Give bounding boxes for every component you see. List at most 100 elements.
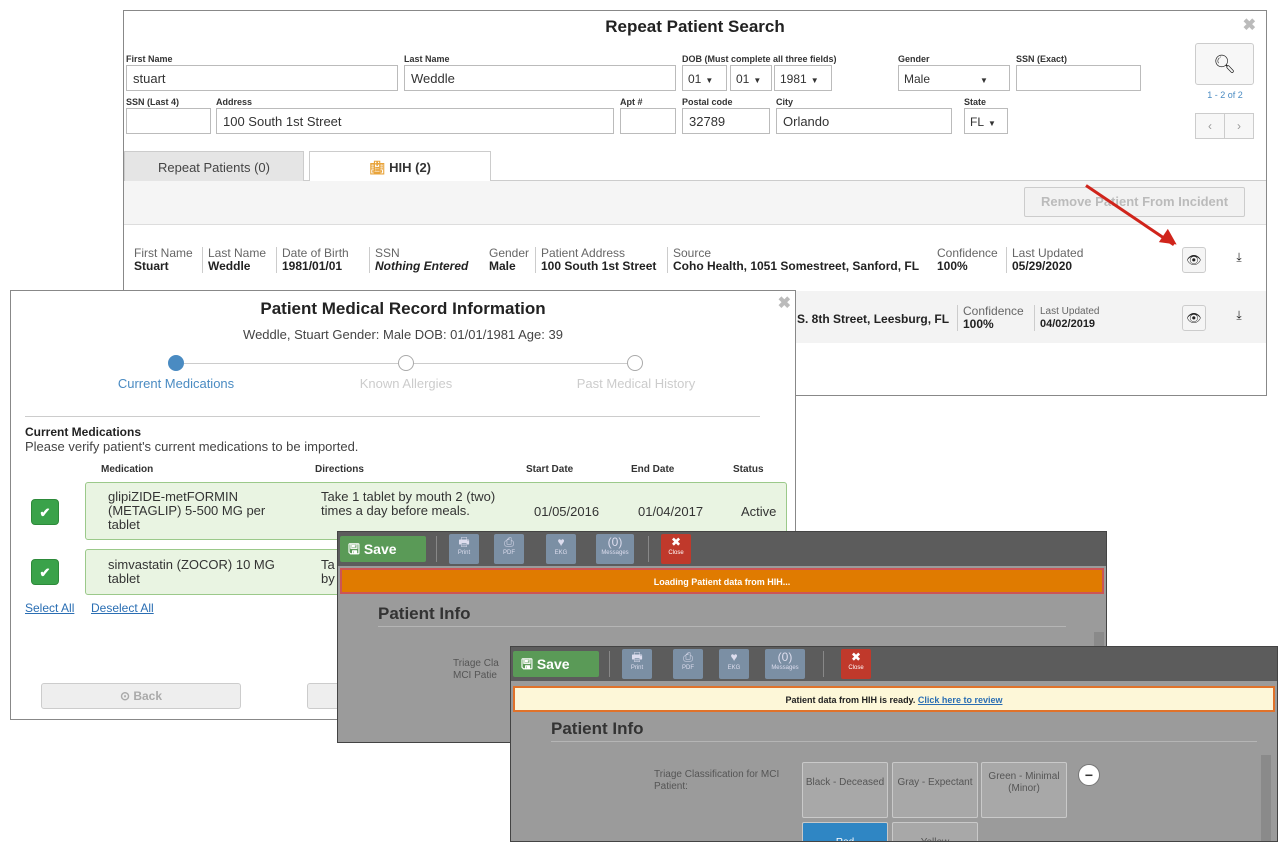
ekg-button[interactable]: ♥ EKG [546,534,576,564]
ekg-icon: ♥ [557,535,565,549]
dialog-title: Patient Medical Record Information [260,299,546,318]
postal-label: Postal code [682,97,733,107]
apt-label: Apt # [620,97,643,107]
column-header: Start Date [526,464,574,475]
close-button[interactable]: ✖ Close [661,534,691,564]
cell-value: Coho Health, 1051 Somestreet, Sanford, F… [673,259,920,273]
step-dot-allergies[interactable] [398,355,414,371]
ssn-last4-input[interactable] [126,108,211,134]
close-icon[interactable]: ✖ [778,293,791,313]
step-label-medications[interactable]: Current Medications [86,376,266,391]
med-checkbox[interactable]: ✔ [31,559,59,585]
address-cell: Patient Address 100 South 1st Street [535,247,656,273]
save-button[interactable]: 🖫︎ Save [340,536,426,562]
check-icon: ✔ [39,505,51,520]
pdf-icon: ⎙ [504,535,514,549]
close-icon: ✖ [850,650,862,664]
ssn-exact-label: SSN (Exact) [1016,54,1068,64]
save-button[interactable]: 🖫︎ Save [513,651,599,677]
gender-select[interactable]: Male ▼ [898,65,1010,91]
first-name-label: First Name [126,54,173,64]
remove-triage-button[interactable]: − [1078,764,1100,786]
scrollbar[interactable] [1261,755,1271,841]
print-button[interactable]: 🖶 Print [622,649,652,679]
last-updated-cell: Last Updated 04/02/2019 [1034,305,1100,331]
print-button[interactable]: 🖶 Print [449,534,479,564]
deselect-all-link[interactable]: Deselect All [91,601,154,615]
view-eye-button[interactable]: 👁︎ [1182,305,1206,331]
import-button[interactable]: ⤓ [1227,303,1251,329]
tab-repeat-patients[interactable]: Repeat Patients (0) [124,151,304,182]
view-eye-button[interactable]: 👁︎ [1182,247,1206,273]
search-button[interactable]: 🔍︎ [1195,43,1254,85]
postal-input[interactable]: 32789 [682,108,770,134]
messages-label: Messages [601,550,629,556]
step-dot-history[interactable] [627,355,643,371]
prev-page-button[interactable]: ‹ [1195,113,1225,139]
dob-year-value: 1981 [780,72,807,86]
dob-year-select[interactable]: 1981 ▼ [774,65,832,91]
ekg-button[interactable]: ♥ EKG [719,649,749,679]
divider [609,651,610,677]
pdf-label: PDF [682,665,694,671]
cell-value: 100% [963,317,994,331]
triage-black-button[interactable]: Black - Deceased [802,762,888,818]
triage-yellow-button[interactable]: Yellow [892,822,978,841]
table-row[interactable]: First Name Stuart Last Name Weddle Date of… [124,237,1266,289]
state-label: State [964,97,987,107]
dob-day-select[interactable]: 01 ▼ [730,65,772,91]
address-label: Address [216,97,253,107]
close-button[interactable]: ✖ Close [841,649,871,679]
ssn-cell: SSN Nothing Entered [369,247,468,273]
apt-input[interactable] [620,108,676,134]
source-cell: Source Coho Health, 1051 Somestreet, Sanf… [667,247,919,273]
last-name-input[interactable]: Weddle [404,65,676,91]
triage-green-button[interactable]: Green - Minimal (Minor) [981,762,1067,818]
ssn-exact-input[interactable] [1016,65,1141,91]
tab-panel-toolbar: Remove Patient From Incident [124,181,1266,225]
city-label: City [776,97,794,107]
divider [436,536,437,562]
step-label-history[interactable]: Past Medical History [546,376,726,391]
close-icon[interactable]: ✖ [1243,15,1256,35]
loading-banner: Loading Patient data from HIH... [340,568,1104,594]
city-input[interactable]: Orlando [776,108,952,134]
tab-bar: Repeat Patients (0) 🏥︎ HIH (2) [124,151,1266,182]
chevron-down-icon: ▼ [753,76,762,85]
messages-count: (0) [777,650,793,664]
med-status: Active [741,504,777,519]
remove-patient-button[interactable]: Remove Patient From Incident [1024,187,1245,217]
messages-button[interactable]: (0) Messages [765,649,805,679]
med-checkbox[interactable]: ✔ [31,499,59,525]
messages-button[interactable]: (0) Messages [596,534,634,564]
state-value: FL [970,115,985,129]
review-link[interactable]: Click here to review [918,695,1003,705]
eye-icon: 👁︎ [1186,253,1202,267]
save-label: Save [536,656,570,672]
address-input[interactable]: 100 South 1st Street [216,108,614,134]
tab-hih-label: HIH (2) [389,160,432,175]
divider [378,626,1066,627]
cell-value: 100% [937,259,968,273]
pdf-button[interactable]: ⎙ PDF [494,534,524,564]
select-all-link[interactable]: Select All [25,601,74,615]
pdf-button[interactable]: ⎙ PDF [673,649,703,679]
triage-label: Triage Cla MCI Patie [453,658,499,681]
pdf-label: PDF [503,550,515,556]
ekg-icon: ♥ [730,650,738,664]
state-select[interactable]: FL ▼ [964,108,1008,134]
first-name-input[interactable]: stuart [126,65,398,91]
dob-month-select[interactable]: 01 ▼ [682,65,727,91]
download-icon: ⤓ [1236,250,1242,264]
confidence-cell: Confidence 100% [932,247,998,273]
triage-red-button[interactable]: Red [802,822,888,841]
step-label-allergies[interactable]: Known Allergies [316,376,496,391]
back-button[interactable]: ⊙ Back [41,683,241,709]
patient-summary: Weddle, Stuart Gender: Male DOB: 01/01/1… [243,327,563,342]
import-button[interactable]: ⤓ [1227,245,1251,271]
step-dot-medications[interactable] [168,355,184,371]
ready-banner-text: Patient data from HIH is ready. [785,695,916,705]
next-page-button[interactable]: › [1224,113,1254,139]
triage-gray-button[interactable]: Gray - Expectant [892,762,978,818]
tab-hih[interactable]: 🏥︎ HIH (2) [309,151,491,182]
